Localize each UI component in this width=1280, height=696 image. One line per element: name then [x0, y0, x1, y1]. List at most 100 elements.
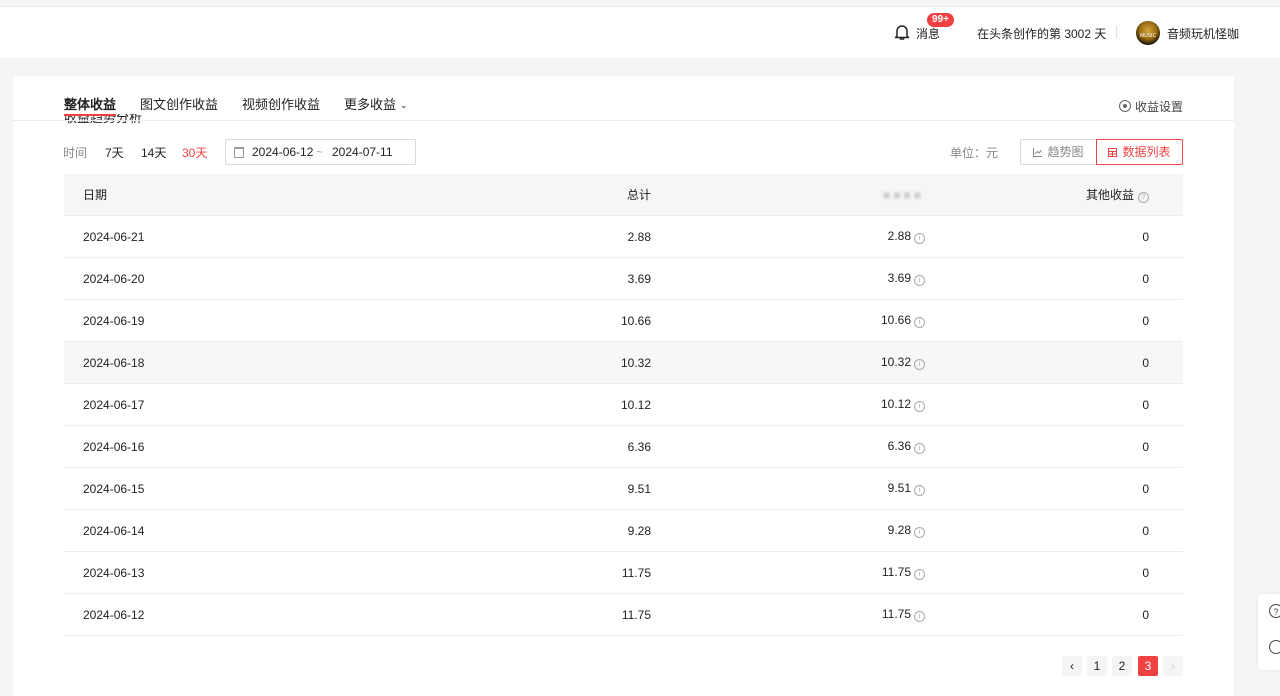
cell-detail: 11.75 i — [651, 593, 925, 636]
table-row: 2024-06-13 11.75 11.75 i 0 — [64, 551, 1183, 594]
header-other: 其他收益? — [924, 174, 1183, 216]
header-date: 日期 — [64, 174, 383, 216]
cell-total: 3.69 — [383, 257, 651, 300]
info-icon[interactable]: i — [914, 401, 925, 412]
cell-detail: 10.32 i — [651, 341, 925, 384]
obscured-header-text: ■■■■ — [883, 187, 924, 202]
tab-video[interactable]: 视频创作收益 — [242, 94, 320, 113]
cell-detail: 9.51 i — [651, 467, 925, 510]
line-chart-icon — [1033, 148, 1043, 157]
table-body: 2024-06-21 2.88 2.88 i 0 2024-06-20 3.69 3.69 i 0… — [64, 215, 1183, 636]
trend-button-label: 趋势图 — [1047, 145, 1084, 159]
side-floating-panel: ? — [1258, 594, 1280, 670]
cell-other: 0 — [924, 383, 1183, 426]
cell-detail-value: 9.51 — [887, 481, 911, 495]
range-7d[interactable]: 7天 — [105, 144, 124, 161]
cell-date: 2024-06-20 — [64, 257, 383, 300]
table-row: 2024-06-20 3.69 3.69 i 0 — [64, 257, 1183, 300]
cell-detail-value: 2.88 — [887, 229, 911, 243]
table-row: 2024-06-18 10.32 10.32 i 0 — [64, 341, 1183, 384]
cell-other: 0 — [924, 593, 1183, 636]
cell-other: 0 — [924, 467, 1183, 510]
table-row: 2024-06-16 6.36 6.36 i 0 — [64, 425, 1183, 468]
cell-detail: 10.66 i — [651, 299, 925, 342]
header-other-label: 其他收益 — [1085, 188, 1134, 202]
header-obscured: ■■■■ — [651, 174, 924, 216]
cell-detail-value: 10.32 — [880, 355, 911, 369]
cell-detail-value: 10.12 — [880, 397, 911, 411]
cell-detail-value: 3.69 — [887, 271, 911, 285]
username[interactable]: 音频玩机怪咖 — [1167, 25, 1239, 42]
info-icon[interactable]: i — [914, 359, 925, 370]
cell-date: 2024-06-17 — [64, 383, 383, 426]
cell-date: 2024-06-16 — [64, 425, 383, 468]
cell-other: 0 — [924, 551, 1183, 594]
tabs-divider — [13, 120, 1234, 121]
cell-total: 9.28 — [383, 509, 651, 552]
cell-other: 0 — [924, 299, 1183, 342]
page-3-button[interactable]: 3 — [1138, 656, 1158, 676]
start-date[interactable]: 2024-06-12 — [252, 145, 313, 159]
info-icon[interactable]: i — [914, 569, 925, 580]
main-card: 整体收益 图文创作收益 视频创作收益 更多收益 ⌄ 收益趋势分析 收益设置 时间 … — [13, 76, 1234, 696]
prev-page-button[interactable]: ‹ — [1062, 656, 1082, 676]
tab-more-label: 更多收益 — [344, 97, 397, 112]
cell-total: 10.66 — [383, 299, 651, 342]
help-icon[interactable]: ? — [1269, 604, 1280, 618]
cell-date: 2024-06-12 — [64, 593, 383, 636]
table-row: 2024-06-21 2.88 2.88 i 0 — [64, 215, 1183, 258]
info-icon[interactable]: i — [914, 611, 925, 622]
messages-link[interactable]: 消息 — [916, 25, 940, 42]
info-icon[interactable]: i — [914, 485, 925, 496]
date-range-picker[interactable]: 2024-06-12 ~ 2024-07-11 — [225, 139, 416, 165]
tab-more[interactable]: 更多收益 ⌄ — [344, 94, 408, 113]
bell-icon[interactable] — [893, 23, 911, 41]
next-page-button[interactable]: › — [1163, 656, 1183, 676]
date-separator: ~ — [316, 145, 324, 159]
cell-other: 0 — [924, 425, 1183, 468]
cell-detail: 10.12 i — [651, 383, 925, 426]
avatar[interactable]: MUSIC — [1136, 21, 1160, 45]
cell-date: 2024-06-18 — [64, 341, 383, 384]
cell-detail: 3.69 i — [651, 257, 925, 300]
table-row: 2024-06-15 9.51 9.51 i 0 — [64, 467, 1183, 510]
customer-service-icon[interactable] — [1269, 640, 1280, 654]
revenue-settings-link[interactable]: 收益设置 — [1118, 98, 1183, 115]
info-icon[interactable]: i — [914, 443, 925, 454]
info-icon[interactable]: i — [914, 527, 925, 538]
tab-article[interactable]: 图文创作收益 — [140, 94, 218, 113]
cell-other: 0 — [924, 215, 1183, 258]
cell-total: 2.88 — [383, 215, 651, 258]
trend-chart-button[interactable]: 趋势图 — [1020, 139, 1097, 165]
range-30d[interactable]: 30天 — [182, 144, 207, 161]
range-14d[interactable]: 14天 — [141, 144, 166, 161]
info-icon[interactable]: i — [914, 275, 925, 286]
cell-other: 0 — [924, 509, 1183, 552]
table-row: 2024-06-12 11.75 11.75 i 0 — [64, 593, 1183, 636]
info-icon[interactable]: i — [914, 233, 925, 244]
cell-total: 10.32 — [383, 341, 651, 384]
cell-other: 0 — [924, 341, 1183, 384]
cell-total: 10.12 — [383, 383, 651, 426]
settings-label: 收益设置 — [1134, 100, 1183, 114]
cell-date: 2024-06-14 — [64, 509, 383, 552]
cell-date: 2024-06-13 — [64, 551, 383, 594]
table-row: 2024-06-14 9.28 9.28 i 0 — [64, 509, 1183, 552]
data-list-button[interactable]: 数据列表 — [1096, 139, 1183, 165]
cell-total: 11.75 — [383, 551, 651, 594]
page-2-button[interactable]: 2 — [1112, 656, 1132, 676]
info-icon[interactable]: i — [914, 317, 925, 328]
creator-days-text: 在头条创作的第 3002 天 — [977, 27, 1107, 41]
page-1-button[interactable]: 1 — [1087, 656, 1107, 676]
end-date[interactable]: 2024-07-11 — [332, 145, 393, 159]
list-button-label: 数据列表 — [1122, 145, 1171, 159]
active-tab-indicator — [64, 114, 116, 116]
table-row: 2024-06-19 10.66 10.66 i 0 — [64, 299, 1183, 342]
tab-overall[interactable]: 整体收益 — [64, 94, 116, 113]
revenue-table: 日期 总计 ■■■■ 其他收益? 2024-06-21 2.88 2.88 i 0 202… — [64, 174, 1183, 636]
header-divider — [1116, 26, 1117, 38]
cell-detail: 9.28 i — [651, 509, 925, 552]
cell-detail: 11.75 i — [651, 551, 925, 594]
help-icon[interactable]: ? — [1138, 192, 1149, 203]
cell-total: 11.75 — [383, 593, 651, 636]
